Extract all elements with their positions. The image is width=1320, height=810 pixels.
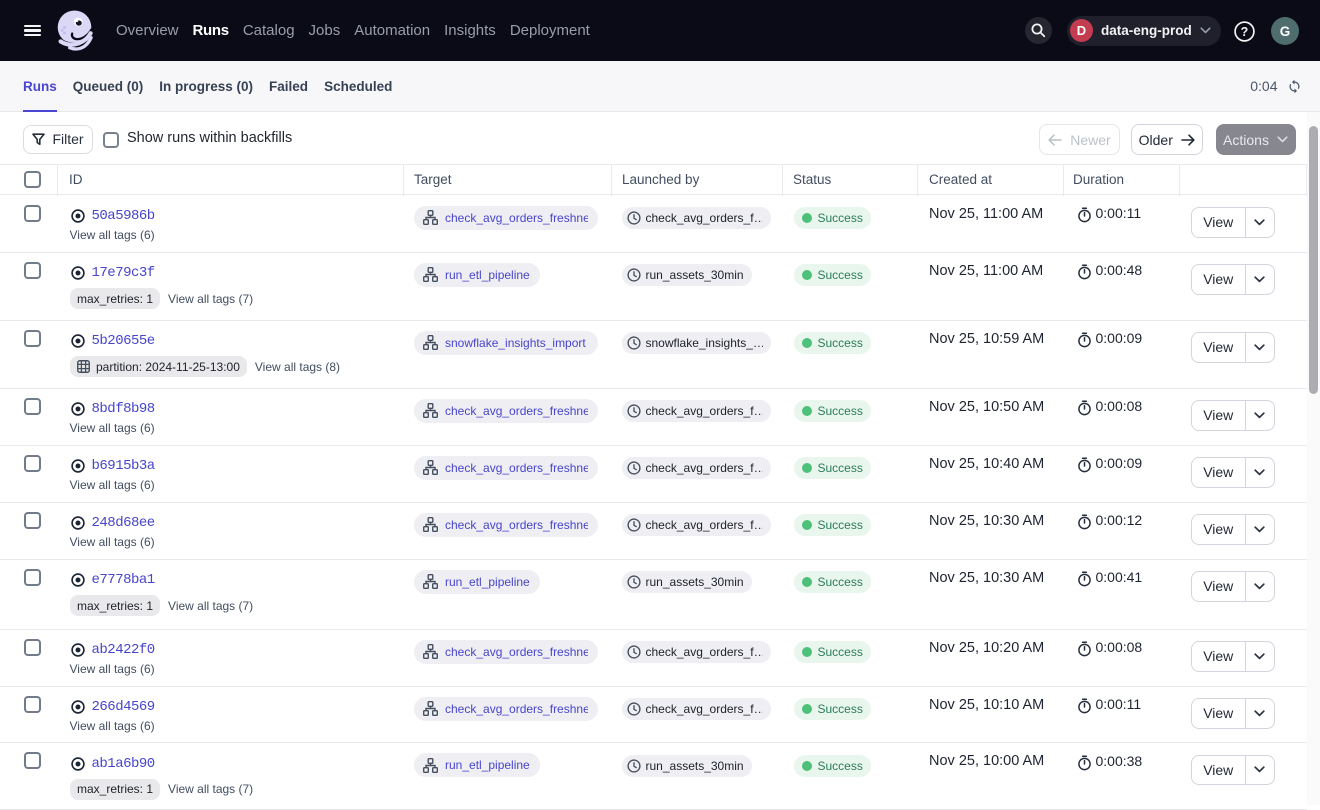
svg-text:?: ? [1240,25,1248,39]
